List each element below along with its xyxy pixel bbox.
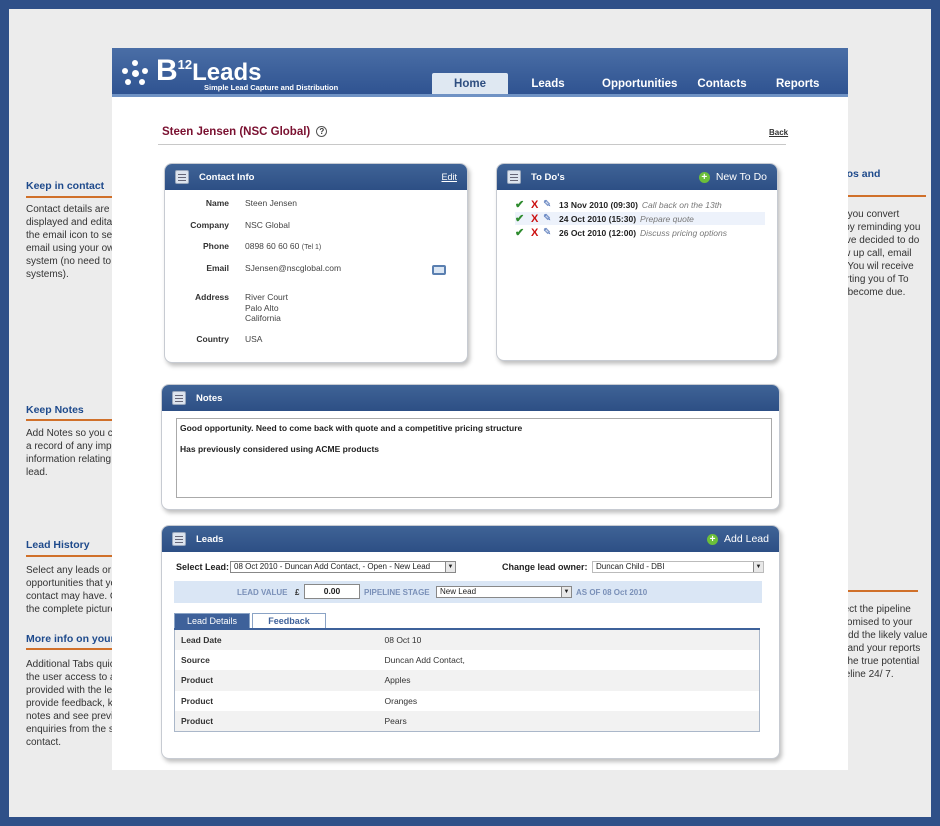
select-lead-dropdown[interactable]: 08 Oct 2010 - Duncan Add Contact, - Open…: [230, 561, 456, 573]
table-row: Source Duncan Add Contact,: [181, 654, 465, 665]
leads-panel: Leads + Add Lead Select Lead: 08 Oct 2010…: [161, 525, 780, 759]
currency-symbol: £: [295, 588, 300, 597]
top-bar-strip: [112, 94, 848, 97]
email-value: SJensen@nscglobal.com: [245, 263, 342, 273]
notes-icon: [172, 391, 186, 405]
select-lead-label: Select Lead:: [176, 562, 230, 572]
address-value: River Court Palo Alto California: [245, 292, 288, 323]
help-icon[interactable]: ?: [316, 126, 328, 137]
pipeline-stage-dropdown[interactable]: New Lead ▼: [436, 586, 572, 598]
phone-label: Phone: [203, 241, 229, 251]
back-link[interactable]: Back: [769, 128, 788, 137]
company-value: NSC Global: [245, 220, 290, 230]
table-row: Product Apples: [174, 670, 760, 691]
plus-icon: +: [698, 171, 710, 183]
chevron-down-icon: ▼: [753, 562, 763, 572]
contact-info-panel: Contact Info Edit Name Steen Jensen Comp…: [164, 163, 468, 363]
table-row: Product Pears: [174, 711, 760, 732]
pipeline-stage-label: PIPELINE STAGE: [364, 588, 430, 597]
notes-header: Notes: [162, 385, 779, 411]
name-label: Name: [205, 198, 229, 208]
new-todo-button[interactable]: + New To Do: [698, 171, 767, 183]
contact-card-icon: [175, 170, 189, 184]
delete-x-icon[interactable]: X: [531, 213, 543, 225]
todo-list-icon: [507, 170, 521, 184]
tab-opportunities[interactable]: Opportunities: [588, 73, 682, 95]
notes-panel: Notes Good opportunity. Need to come bac…: [161, 384, 780, 510]
lead-value-bar: LEAD VALUE £ 0.00 PIPELINE STAGE New Lea…: [174, 581, 762, 603]
lead-value-input[interactable]: 0.00: [304, 584, 360, 599]
divider: [158, 144, 786, 145]
leads-header: Leads + Add Lead: [162, 526, 779, 552]
table-row: Lead Date 08 Oct 10: [174, 629, 760, 650]
top-bar: B12Leads Simple Lead Capture and Distrib…: [112, 48, 848, 96]
email-label: Email: [206, 263, 229, 273]
lead-owner-dropdown[interactable]: Duncan Child - DBI ▼: [592, 561, 764, 573]
lead-value-label: LEAD VALUE: [237, 588, 288, 597]
tab-feedback[interactable]: Feedback: [252, 613, 326, 628]
todos-panel: To Do's + New To Do ✔ X ✎ 13 Nov 2010 (09…: [496, 163, 778, 361]
tab-reports[interactable]: Reports: [762, 73, 832, 95]
lead-tabs: Lead Details Feedback: [174, 613, 328, 628]
todos-header: To Do's + New To Do: [497, 164, 777, 190]
plus-icon: +: [707, 533, 719, 545]
tab-home[interactable]: Home: [432, 73, 508, 95]
contact-info-header: Contact Info Edit: [165, 164, 467, 190]
complete-check-icon[interactable]: ✔: [515, 198, 531, 211]
delete-x-icon[interactable]: X: [531, 227, 543, 239]
company-label: Company: [190, 220, 229, 230]
edit-pencil-icon[interactable]: ✎: [543, 227, 559, 238]
todo-item: ✔ X ✎ 26 Oct 2010 (12:00) Discuss pricing…: [515, 226, 727, 240]
phone-value: 0898 60 60 60 (Tel 1): [245, 241, 322, 251]
todo-item: ✔ X ✎ 13 Nov 2010 (09:30) Call back on th…: [515, 198, 722, 212]
edit-pencil-icon[interactable]: ✎: [543, 213, 559, 224]
app-window: B12Leads Simple Lead Capture and Distrib…: [112, 48, 848, 770]
delete-x-icon[interactable]: X: [531, 199, 543, 211]
add-lead-button[interactable]: + Add Lead: [707, 533, 769, 545]
main-nav: Home Leads Opportunities Contacts Report…: [432, 73, 832, 95]
tab-contacts[interactable]: Contacts: [682, 73, 762, 95]
send-email-icon[interactable]: [432, 265, 446, 275]
address-label: Address: [194, 292, 229, 302]
chevron-down-icon: ▼: [561, 587, 571, 597]
tab-lead-details[interactable]: Lead Details: [174, 613, 250, 628]
complete-check-icon[interactable]: ✔: [515, 226, 531, 239]
chevron-down-icon: ▼: [445, 562, 455, 572]
page-title: Steen Jensen (NSC Global)?: [162, 126, 328, 138]
logo-dots-icon: [122, 60, 148, 86]
country-value: USA: [245, 334, 263, 344]
country-label: Country: [196, 334, 229, 344]
leads-icon: [172, 532, 186, 546]
tab-leads[interactable]: Leads: [508, 73, 588, 95]
todo-item: ✔ X ✎ 24 Oct 2010 (15:30) Prepare quote: [515, 212, 765, 225]
table-row: Product Oranges: [181, 695, 418, 706]
notes-textarea[interactable]: Good opportunity. Need to come back with…: [176, 418, 772, 498]
edit-contact-link[interactable]: Edit: [441, 172, 457, 182]
as-of-date: AS OF 08 Oct 2010: [576, 588, 648, 597]
name-value: Steen Jensen: [245, 198, 297, 208]
lead-details-table: Lead Date 08 Oct 10 Source Duncan Add Cont…: [174, 628, 760, 732]
complete-check-icon[interactable]: ✔: [515, 212, 531, 225]
edit-pencil-icon[interactable]: ✎: [543, 199, 559, 210]
logo-tagline: Simple Lead Capture and Distribution: [204, 83, 339, 92]
lead-owner-label: Change lead owner:: [502, 562, 588, 572]
